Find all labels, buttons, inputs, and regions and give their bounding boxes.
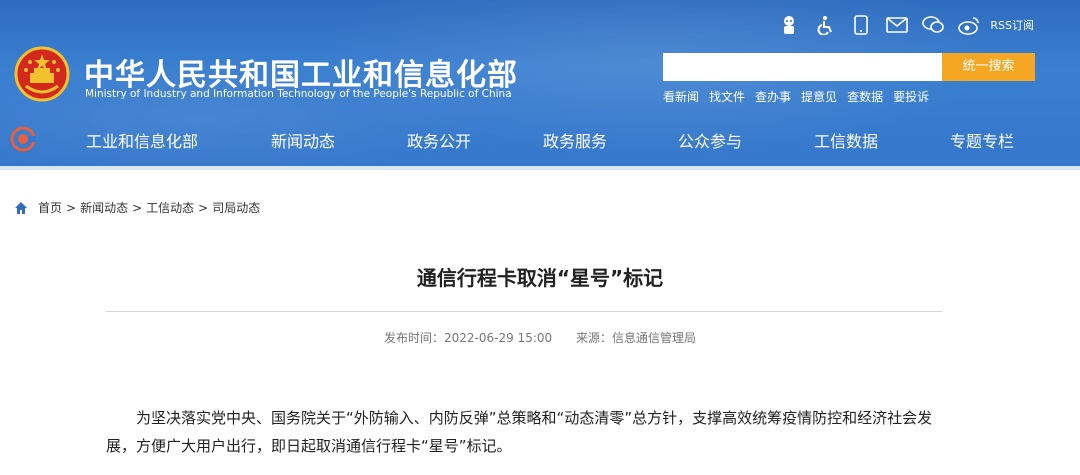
breadcrumb-separator: >: [66, 200, 77, 215]
quick-link-services[interactable]: 查办事: [755, 88, 791, 105]
mobile-icon[interactable]: [850, 14, 872, 36]
publish-time: 发布时间：2022-06-29 15:00: [384, 331, 553, 345]
article-source: 来源：信息通信管理局: [575, 331, 696, 345]
search-button[interactable]: 统一搜索: [942, 53, 1035, 81]
nav-item-data[interactable]: 工信数据: [814, 128, 878, 152]
national-emblem-icon[interactable]: [14, 46, 70, 102]
article-title: 通信行程卡取消“星号”标记: [416, 266, 664, 290]
nav-item-topics[interactable]: 专题专栏: [950, 128, 1014, 152]
breadcrumb: 首页 > 新闻动态 > 工信动态 > 司局动态: [14, 199, 260, 216]
breadcrumb-home[interactable]: 首页: [38, 199, 62, 216]
site-header: 中华人民共和国工业和信息化部 Ministry of Industry and …: [0, 0, 1080, 170]
nav-item-gov-affairs[interactable]: 政务公开: [407, 128, 471, 152]
accessibility-icon[interactable]: [814, 14, 836, 36]
rss-link[interactable]: RSS订阅: [990, 17, 1034, 33]
breadcrumb-separator: >: [132, 200, 143, 215]
nav-item-public[interactable]: 公众参与: [678, 128, 742, 152]
top-toolbar: RSS订阅: [778, 14, 1034, 36]
weibo-icon[interactable]: [958, 14, 980, 36]
mail-icon[interactable]: [886, 14, 909, 36]
breadcrumb-miit-news[interactable]: 工信动态: [146, 199, 194, 216]
title-divider: [106, 311, 942, 312]
ministry-logo-icon[interactable]: [10, 126, 36, 152]
robot-icon[interactable]: [778, 14, 800, 36]
main-nav: 工业和信息化部 新闻动态 政务公开 政务服务 公众参与 工信数据 专题专栏: [0, 120, 1080, 158]
quick-link-news[interactable]: 看新闻: [663, 88, 699, 105]
article-meta: 发布时间：2022-06-29 15:00 来源：信息通信管理局: [0, 329, 1080, 346]
quick-link-complaint[interactable]: 要投诉: [893, 88, 929, 105]
quick-link-files[interactable]: 找文件: [709, 88, 745, 105]
breadcrumb-news[interactable]: 新闻动态: [80, 199, 128, 216]
wechat-icon[interactable]: [922, 14, 945, 36]
quick-link-feedback[interactable]: 提意见: [801, 88, 837, 105]
quick-links: 看新闻 找文件 查办事 提意见 查数据 要投诉: [663, 88, 929, 105]
nav-item-news[interactable]: 新闻动态: [271, 128, 335, 152]
breadcrumb-dept-news[interactable]: 司局动态: [212, 199, 260, 216]
home-icon[interactable]: [14, 201, 28, 215]
nav-item-gov-services[interactable]: 政务服务: [543, 128, 607, 152]
nav-item-ministry[interactable]: 工业和信息化部: [86, 128, 198, 152]
article-body: 为坚决落实党中央、国务院关于“外防输入、内防反弹”总策略和“动态清零”总方针，支…: [106, 409, 933, 455]
nav-divider: [0, 166, 1080, 170]
breadcrumb-separator: >: [198, 200, 209, 215]
search-input[interactable]: [663, 53, 943, 81]
site-subtitle: Ministry of Industry and Information Tec…: [85, 88, 512, 100]
quick-link-data[interactable]: 查数据: [847, 88, 883, 105]
